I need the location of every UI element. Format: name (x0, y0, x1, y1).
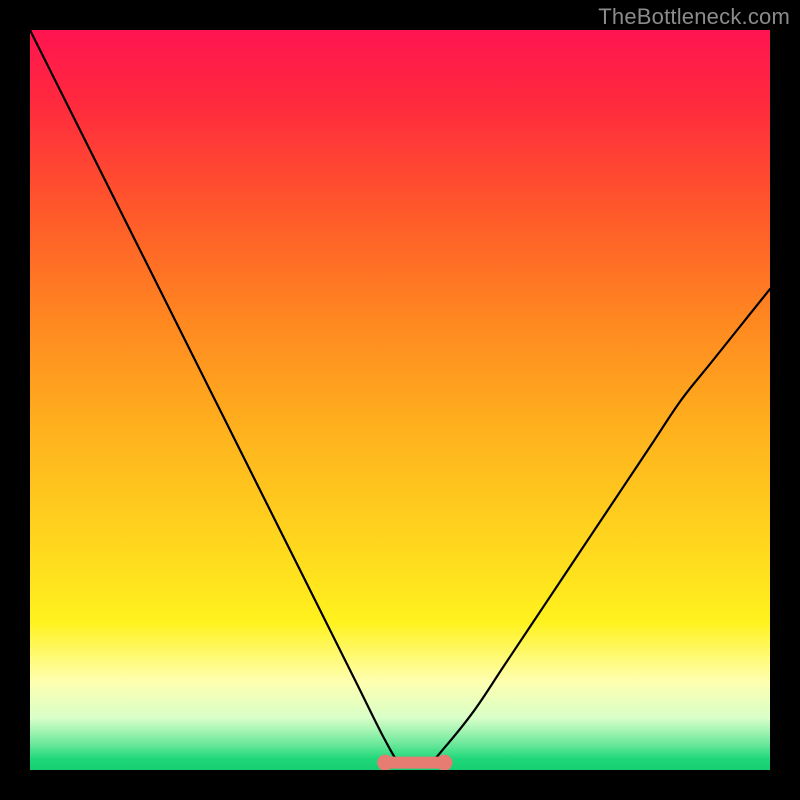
chart-frame: TheBottleneck.com (0, 0, 800, 800)
watermark-text: TheBottleneck.com (598, 4, 790, 30)
bottleneck-curve (30, 30, 770, 770)
optimal-range-start-dot (377, 755, 393, 770)
curve-path (30, 30, 770, 764)
plot-area (30, 30, 770, 770)
optimal-range-end-dot (436, 755, 452, 770)
